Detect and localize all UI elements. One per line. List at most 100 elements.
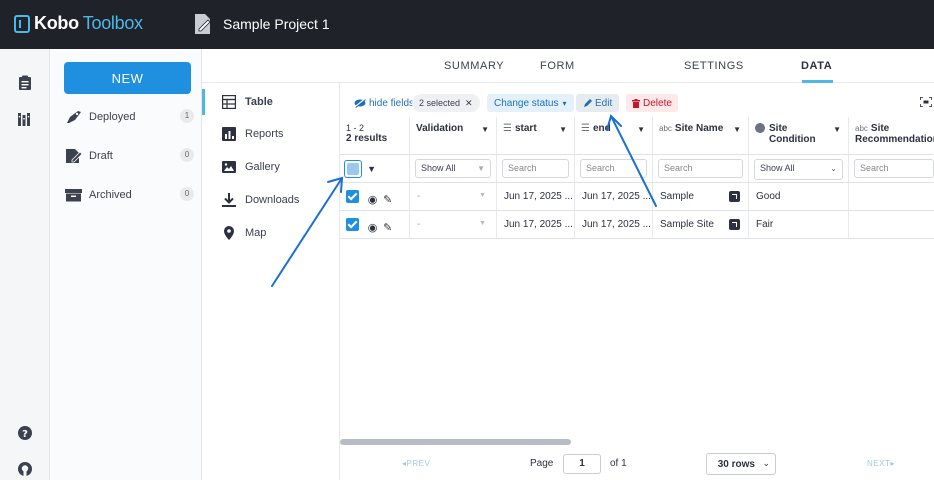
- fullscreen-icon[interactable]: [920, 97, 932, 107]
- column-header-start[interactable]: ☰ start ▼: [497, 117, 575, 155]
- library-icon[interactable]: [17, 111, 33, 127]
- kobotoolbox-logo[interactable]: Kobo Toolbox: [14, 13, 143, 34]
- column-header-site-condition[interactable]: Site Condition ▼: [749, 117, 849, 155]
- filter-site-name-input[interactable]: Search: [658, 159, 743, 178]
- projects-sidebar: NEW Deployed 1 Draft 0 Archived 0: [50, 49, 202, 480]
- filter-end: Search: [575, 155, 653, 183]
- select-all-checkbox[interactable]: [344, 160, 362, 178]
- filter-placeholder: Search: [664, 163, 693, 173]
- text-type-icon: abc: [855, 124, 868, 133]
- next-page-button[interactable]: NEXT▸: [867, 459, 895, 468]
- cell-value: Sample: [660, 191, 694, 202]
- column-header-validation[interactable]: Validation ▼: [410, 117, 497, 155]
- prev-page-button[interactable]: ◂PREV: [402, 459, 430, 468]
- row-actions: ◉ ✎: [340, 183, 410, 211]
- select-one-icon: [755, 123, 765, 133]
- hide-fields-label: hide fields: [369, 97, 415, 109]
- filter-start: Search: [497, 155, 575, 183]
- sidebar-item-draft[interactable]: Draft 0: [64, 145, 194, 167]
- deployed-project-icon: [195, 14, 211, 34]
- top-bar: Kobo Toolbox Sample Project 1: [0, 0, 934, 49]
- pencil-icon: [584, 98, 592, 107]
- open-external-icon[interactable]: [729, 219, 740, 230]
- count-badge: 1: [180, 109, 194, 123]
- tab-data[interactable]: DATA: [801, 60, 832, 72]
- chevron-down-icon: ▼: [477, 164, 485, 173]
- column-label: end: [592, 123, 611, 134]
- sidebar-item-deployed[interactable]: Deployed 1: [64, 106, 194, 128]
- chevron-down-icon: ▼: [481, 125, 489, 134]
- rows-value: 30 rows: [717, 459, 755, 470]
- subnav-map[interactable]: Map: [222, 226, 266, 240]
- filter-value: Show All: [421, 163, 456, 173]
- subnav-reports[interactable]: Reports: [222, 127, 284, 141]
- count-badge: 0: [180, 187, 194, 201]
- cell-end: Jun 17, 2025 ...: [575, 211, 653, 239]
- selected-count-chip[interactable]: 2 selected ✕: [412, 94, 480, 112]
- new-project-button[interactable]: NEW: [64, 62, 191, 94]
- map-pin-icon: [224, 226, 234, 240]
- archive-icon: [65, 189, 82, 202]
- filter-placeholder: Search: [860, 163, 889, 173]
- filter-end-input[interactable]: Search: [580, 159, 647, 178]
- project-title[interactable]: Sample Project 1: [223, 16, 330, 32]
- cell-site-name: Sample Site: [653, 211, 749, 239]
- tab-settings[interactable]: SETTINGS: [684, 60, 744, 72]
- filter-site-recommendation-input[interactable]: Search: [854, 159, 934, 178]
- hide-fields-button[interactable]: hide fields: [354, 94, 414, 112]
- rocket-icon: [67, 111, 81, 123]
- datetime-icon: ☰: [581, 123, 590, 134]
- column-label: Site Name: [674, 123, 724, 134]
- rows-per-page-select[interactable]: 30 rows ⌄: [706, 453, 776, 475]
- forms-icon[interactable]: [17, 75, 33, 91]
- filter-placeholder: Search: [508, 163, 537, 173]
- row-checkbox[interactable]: [346, 218, 359, 231]
- cell-end: Jun 17, 2025 ...: [575, 183, 653, 211]
- active-subnav-indicator: [202, 89, 205, 115]
- sidebar-item-archived[interactable]: Archived 0: [64, 184, 194, 206]
- row-checkbox[interactable]: [346, 190, 359, 203]
- open-external-icon[interactable]: [729, 191, 740, 202]
- help-icon[interactable]: ?: [17, 425, 33, 441]
- cell-site-condition: Good: [749, 183, 849, 211]
- tab-summary[interactable]: SUMMARY: [444, 60, 504, 72]
- edit-pencil-icon[interactable]: ✎: [383, 221, 392, 234]
- cell-site-name: Sample: [653, 183, 749, 211]
- cell-start: Jun 17, 2025 ...: [497, 183, 575, 211]
- select-menu-chevron-icon[interactable]: ▼: [367, 164, 376, 174]
- clear-selection-icon[interactable]: ✕: [465, 98, 473, 109]
- column-header-end[interactable]: ☰ end ▼: [575, 117, 653, 155]
- filter-site-condition-select[interactable]: Show All ⌄: [754, 159, 843, 180]
- subnav-gallery[interactable]: Gallery: [222, 160, 280, 174]
- filter-start-input[interactable]: Search: [502, 159, 569, 178]
- reports-icon: [222, 127, 236, 141]
- results-range: 1 - 2: [346, 123, 365, 133]
- cell-validation[interactable]: - ▼: [410, 211, 497, 239]
- column-header-site-recommendation[interactable]: abc Site Recommendatior: [849, 117, 934, 155]
- github-icon[interactable]: [17, 461, 33, 477]
- filter-validation-select[interactable]: Show All ▼: [415, 159, 491, 178]
- table-row[interactable]: ◉ ✎ - ▼ Jun 17, 2025 ... Jun 17, 2025 ...…: [340, 183, 934, 211]
- tab-form[interactable]: FORM: [540, 60, 575, 72]
- subnav-table[interactable]: Table: [222, 95, 273, 109]
- page-number-input[interactable]: 1: [563, 454, 601, 474]
- filter-site-recommendation: Search: [849, 155, 934, 183]
- view-eye-icon[interactable]: ◉: [368, 193, 378, 206]
- change-status-button[interactable]: Change status ▾: [487, 94, 574, 112]
- delete-button[interactable]: Delete: [626, 94, 678, 112]
- edit-button[interactable]: Edit: [576, 94, 620, 112]
- chevron-down-icon: ⌄: [762, 458, 770, 468]
- table-row[interactable]: ◉ ✎ - ▼ Jun 17, 2025 ... Jun 17, 2025 ...…: [340, 211, 934, 239]
- delete-label: Delete: [643, 97, 672, 109]
- horizontal-scrollbar[interactable]: [340, 439, 571, 445]
- edit-pencil-icon[interactable]: ✎: [383, 193, 392, 206]
- view-eye-icon[interactable]: ◉: [368, 221, 378, 234]
- cell-validation[interactable]: - ▼: [410, 183, 497, 211]
- column-header-site-name[interactable]: abc Site Name ▼: [653, 117, 749, 155]
- chevron-down-icon: ▼: [559, 125, 567, 134]
- next-label: NEXT: [867, 459, 891, 468]
- trash-icon: [632, 98, 640, 108]
- data-subnav: Table Reports Gallery Downloads Map: [202, 83, 340, 480]
- chevron-down-icon: ▼: [833, 125, 841, 134]
- subnav-downloads[interactable]: Downloads: [222, 193, 299, 207]
